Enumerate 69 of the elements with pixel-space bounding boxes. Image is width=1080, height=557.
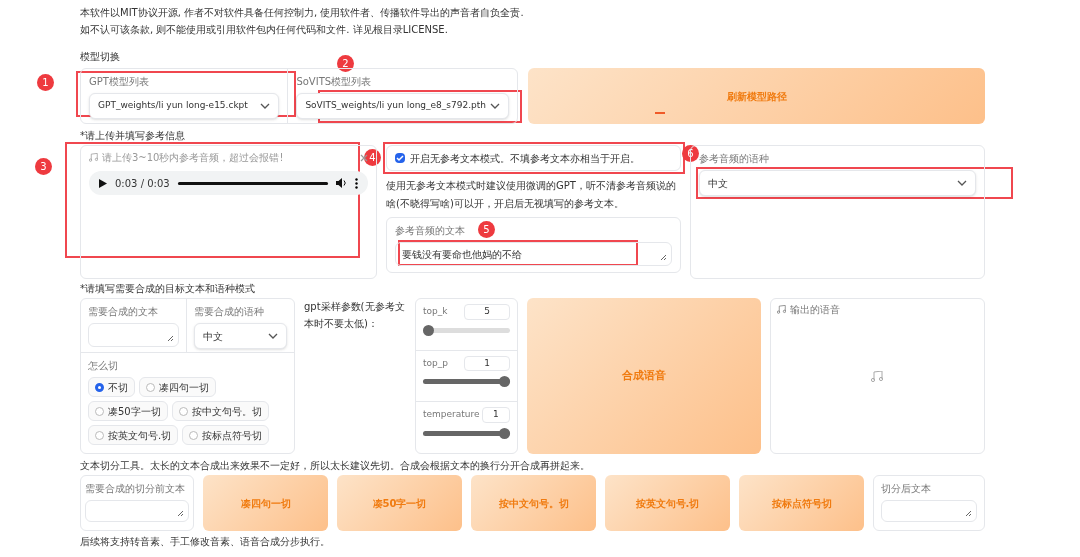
- resize-handle-icon: [965, 510, 972, 517]
- slider-thumb[interactable]: [499, 376, 510, 388]
- field-label: 需要合成的切分前文本: [85, 482, 185, 496]
- chevron-down-icon: [490, 103, 500, 109]
- notice-text: 本软件以MIT协议开源, 作者不对软件具备任何控制力, 使用软件者、传播软件导出的声音者自负全责.: [80, 6, 525, 20]
- slider-thumb[interactable]: [499, 427, 510, 439]
- slider-track[interactable]: [423, 427, 510, 439]
- dropdown[interactable]: GPT_weights/li yun long-e15.ckpt: [89, 93, 280, 119]
- slider-label: temperature: [423, 408, 480, 422]
- chevron-down-icon: [957, 180, 967, 186]
- music-note-icon: [777, 305, 786, 314]
- radio-option[interactable]: 按中文句号。切: [171, 401, 269, 421]
- slider-value-field[interactable]: 1: [481, 407, 510, 423]
- dropdown[interactable]: 中文: [194, 323, 287, 349]
- checkbox-label: 开启无参考文本模式。不填参考文本亦相当于开启。: [410, 151, 640, 166]
- slider-label: top_k: [423, 305, 448, 318]
- audio-player[interactable]: 0:03 / 0:03: [89, 171, 368, 195]
- field-label: 需要合成的语种: [194, 305, 264, 319]
- music-note-icon: [871, 371, 883, 382]
- footer-text: 后续将支持转音素、手工修改音素、语音合成分步执行。: [80, 535, 330, 549]
- reference-text-field[interactable]: 要钱没有要命也他妈的不给: [395, 242, 672, 266]
- field-label: 切分后文本: [881, 482, 931, 496]
- audio-label: 请上传3~10秒内参考音频，超过会报错!: [102, 151, 284, 165]
- field-label: 需要合成的文本: [88, 305, 158, 319]
- resize-handle-icon: [177, 510, 184, 517]
- radio-option[interactable]: 按标点符号切: [182, 425, 270, 445]
- section-title: *请上传并填写参考信息: [80, 129, 185, 143]
- annotation-badge: 3: [35, 158, 52, 175]
- section-title: *请填写需要合成的目标文本和语种模式: [80, 282, 255, 296]
- output-label: 输出的语音: [790, 303, 840, 317]
- music-note-icon: [89, 153, 98, 162]
- params-label: gpt采样参数(无参考文本时不要太低)：: [304, 300, 406, 331]
- field-label: 参考音频的文本: [395, 224, 465, 238]
- section-title: 模型切换: [80, 50, 120, 64]
- audio-time: 0:03 / 0:03: [115, 176, 170, 191]
- field-label: SoVITS模型列表: [296, 75, 372, 89]
- dropdown[interactable]: 中文: [699, 170, 976, 196]
- slider-thumb[interactable]: [423, 324, 434, 336]
- target-text-field[interactable]: [88, 323, 179, 347]
- pre-cut-text-field[interactable]: [85, 500, 189, 522]
- cut-tool-description: 文本切分工具。太长的文本合成出来效果不一定好，所以太长建议先切。合成会根据文本的换行分开合成再拼起来。: [80, 459, 590, 473]
- annotation-badge: 5: [478, 221, 495, 238]
- slider-value-field[interactable]: 1: [464, 355, 510, 372]
- slider-value-field[interactable]: 5: [464, 304, 510, 320]
- slider-track[interactable]: [423, 324, 510, 336]
- play-icon[interactable]: [99, 178, 107, 188]
- dropdown[interactable]: SoVITS_weights/li yun long_e8_s792.pth: [296, 93, 509, 119]
- annotation-badge: 2: [337, 55, 354, 72]
- field-label: 怎么切: [88, 359, 118, 373]
- chevron-down-icon: [260, 103, 271, 109]
- slider-label: top_p: [423, 356, 448, 370]
- note-text: 使用无参考文本模式时建议使用微调的GPT，听不清参考音频说的啥(不晓得写啥)可以开，开启后无视填写的参考文本。: [386, 179, 677, 211]
- annotation-badge: 1: [37, 74, 54, 91]
- resize-handle-icon: [167, 335, 174, 342]
- checkbox[interactable]: [395, 153, 405, 163]
- field-label: 参考音频的语种: [699, 152, 769, 166]
- more-options-icon[interactable]: [355, 177, 358, 189]
- notice-text: 如不认可该条款, 则不能使用或引用软件包内任何代码和文件. 详见根目录LICENSE.: [80, 23, 449, 37]
- resize-handle-icon: [660, 254, 667, 261]
- volume-icon[interactable]: [336, 178, 347, 188]
- field-label: GPT模型列表: [89, 75, 149, 89]
- slider-track[interactable]: [423, 376, 510, 388]
- radio-option[interactable]: 凑四句一切: [139, 377, 216, 397]
- radio-option[interactable]: 按英文句号.切: [88, 425, 179, 445]
- chevron-down-icon: [268, 333, 278, 339]
- post-cut-text-field[interactable]: [881, 500, 977, 522]
- radio-option[interactable]: 凑50字一切: [88, 401, 168, 421]
- radio-option[interactable]: 不切: [88, 377, 135, 397]
- loading-indicator: [655, 112, 665, 114]
